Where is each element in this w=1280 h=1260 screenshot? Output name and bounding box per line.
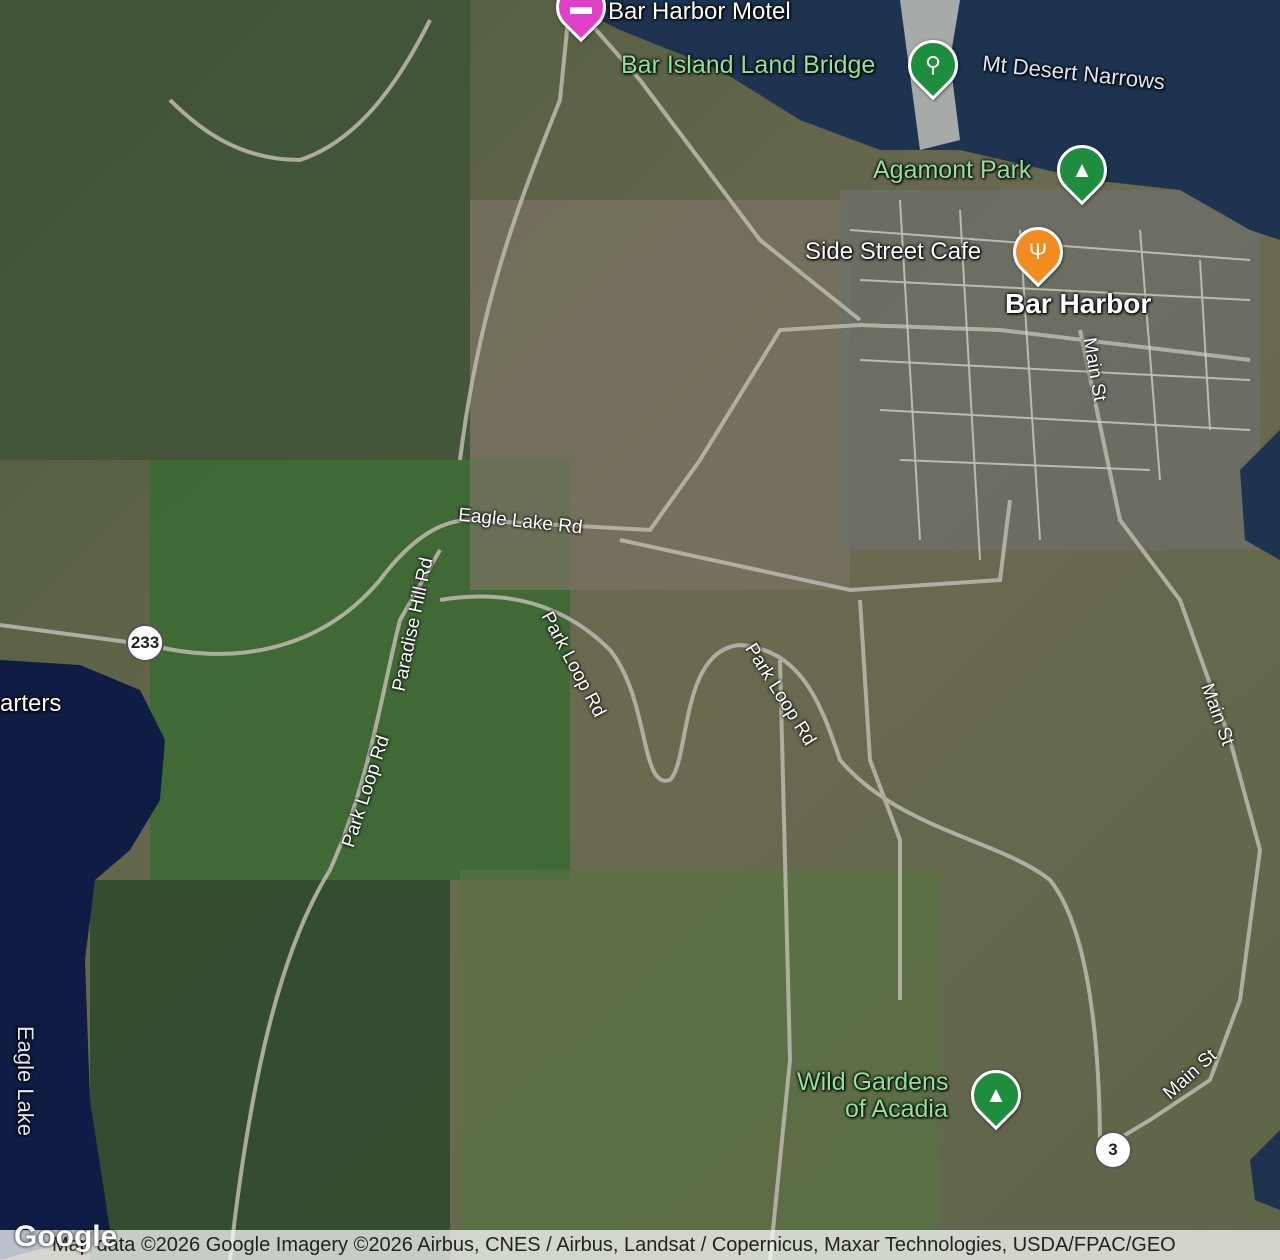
forest-area [90, 880, 450, 1260]
park-icon: ▲ [1071, 157, 1093, 182]
route-233-shield: 233 [126, 624, 164, 662]
hiking-icon: ⚲ [924, 52, 942, 77]
route-3-shield: 3 [1094, 1131, 1132, 1169]
hotel-icon: ▬ [570, 0, 592, 19]
forest-area [0, 0, 470, 460]
google-logo: Google [14, 1220, 118, 1253]
meadow-area [460, 870, 940, 1260]
land-bridge-label[interactable]: Bar Island Land Bridge [621, 53, 875, 78]
wild-gardens-label[interactable]: Wild Gardens [797, 1070, 948, 1095]
park-icon: ▲ [985, 1082, 1007, 1107]
agamont-park-label[interactable]: Agamont Park [873, 158, 1031, 183]
restaurant-icon: Ψ [1028, 239, 1048, 264]
eagle-lake-label: Eagle Lake [13, 1025, 39, 1137]
wild-gardens-label-line2[interactable]: of Acadia [845, 1097, 948, 1122]
map-attribution[interactable]: Map data ©2026 Google Imagery ©2026 Airb… [0, 1230, 1280, 1260]
headquarters-label[interactable]: arters [0, 692, 61, 716]
motel-label[interactable]: Bar Harbor Motel [608, 0, 791, 24]
town-label[interactable]: Bar Harbor [1005, 290, 1151, 318]
cafe-label[interactable]: Side Street Cafe [805, 240, 981, 264]
